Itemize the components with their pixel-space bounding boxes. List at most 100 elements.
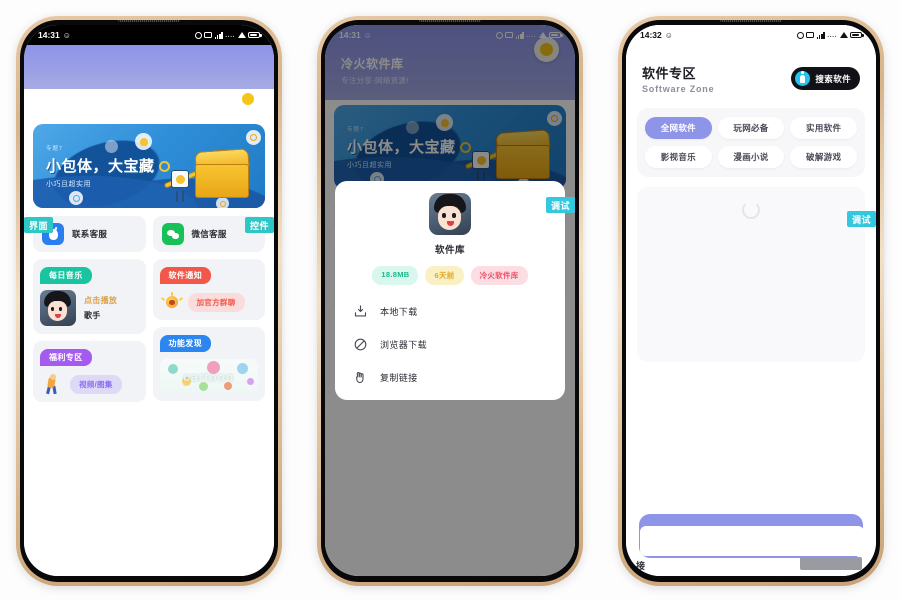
tag-all-software[interactable]: 全网软件 (645, 117, 712, 139)
treasure-chest-icon (159, 136, 255, 202)
cartoon-banner-image: cartoon (159, 359, 258, 393)
browser-download-label: 浏览器下载 (380, 340, 428, 350)
app-icon (429, 193, 471, 235)
app-home-1: 14:31 ☺ .... 专题7 小包体，大宝藏 小巧且超实用 联系客服 每日音… (24, 25, 274, 576)
face-icon: ☺ (62, 30, 71, 40)
copy-link-item[interactable]: 复制链接 (335, 361, 565, 394)
debug-label-3[interactable]: 调试 (846, 211, 876, 227)
signal-bars-icon (816, 31, 825, 39)
card-grid-1: 联系客服 每日音乐 点击播放 歌手 福利专区 视频/图集 微信客服 软件通知 加… (24, 208, 274, 402)
category-tag-list: 全网软件 玩网必备 实用软件 影视音乐 漫画小说 破解游戏 (645, 117, 857, 168)
grid-column-left: 联系客服 每日音乐 点击播放 歌手 福利专区 视频/图集 (33, 216, 146, 402)
join-group-chip[interactable]: 加官方群聊 (187, 293, 245, 312)
signal-dots-icon: .... (225, 31, 235, 39)
search-software-label: 搜索软件 (815, 73, 851, 84)
copy-link-label: 复制链接 (380, 373, 418, 383)
tag-gaming-must[interactable]: 玩网必备 (717, 117, 785, 139)
welfare-chip[interactable]: 视频/图集 (70, 374, 122, 394)
feature-discovery-card[interactable]: 功能发现 cartoon (152, 327, 265, 401)
banner-tag: 专题7 (46, 146, 64, 152)
software-list-container[interactable] (637, 187, 865, 362)
tag-utility[interactable]: 实用软件 (790, 117, 857, 139)
phone-2-frame: 14:31 ☺ .... 冷火软件库 专注分享-网络资源! 专题7 小包体，大宝… (317, 16, 583, 586)
phone-3-frame: 14:32 ☺ .... 软件专区 Software Zone 搜索软件 全网软… (618, 16, 884, 586)
grid-column-right: 微信客服 软件通知 加官方群聊 功能发现 cartoon (152, 216, 265, 402)
browser-download-item[interactable]: 浏览器下载 (335, 328, 565, 361)
album-cover-icon (40, 290, 76, 326)
render-artifact-gray-bar (800, 557, 862, 570)
mascot-icon (171, 170, 191, 202)
phone-2-screen: 14:31 ☺ .... 冷火软件库 专注分享-网络资源! 专题7 小包体，大宝… (325, 25, 575, 576)
banner-subtitle: 小巧且超实用 (46, 181, 91, 188)
app-source-chip: 冷火软件库 (470, 266, 528, 285)
software-notice-tag: 软件通知 (159, 267, 212, 284)
zone-title-block: 软件专区 Software Zone (642, 63, 714, 94)
notice-row: 加官方群聊 (160, 291, 259, 312)
debug-label-widget[interactable]: 控件 (244, 217, 274, 233)
lightbulb-icon (160, 291, 183, 312)
app-body-1: 专题7 小包体，大宝藏 小巧且超实用 联系客服 每日音乐 点击播放 歌手 福利专… (24, 89, 274, 576)
status-time: 14:32 (640, 30, 662, 40)
tag-media-music[interactable]: 影视音乐 (645, 146, 712, 168)
music-artist-label: 歌手 (84, 311, 101, 320)
app-body-3: 软件专区 Software Zone 搜索软件 全网软件 玩网必备 实用软件 影… (626, 45, 876, 576)
download-tray-icon (353, 304, 368, 319)
music-row: 点击播放 歌手 (40, 290, 139, 326)
phone-1-frame: 14:31 ☺ .... 专题7 小包体，大宝藏 小巧且超实用 联系客服 每日音… (16, 16, 282, 586)
music-text-block: 点击播放 歌手 (84, 295, 117, 321)
daily-music-card[interactable]: 每日音乐 点击播放 歌手 (33, 259, 146, 334)
local-download-item[interactable]: 本地下载 (335, 295, 565, 328)
artifact-text-fragment: 接 (636, 561, 646, 571)
software-notice-card[interactable]: 软件通知 加官方群聊 (152, 259, 265, 320)
app-size-chip: 18.8MB (372, 266, 419, 285)
wechat-service-label: 微信客服 (191, 229, 227, 239)
status-time: 14:31 (38, 30, 60, 40)
phone-3-screen: 14:32 ☺ .... 软件专区 Software Zone 搜索软件 全网软… (626, 25, 876, 576)
app-meta-chips: 18.8MB 6天前 冷火软件库 (347, 266, 553, 285)
phone-1-screen: 14:31 ☺ .... 专题7 小包体，大宝藏 小巧且超实用 联系客服 每日音… (24, 25, 274, 576)
app-updated-chip: 6天前 (425, 266, 464, 285)
zone-header: 软件专区 Software Zone 搜索软件 (626, 45, 876, 94)
top-spacer-1 (24, 89, 274, 117)
debug-label-2[interactable]: 调试 (545, 197, 575, 213)
hero-header-band-1 (24, 45, 274, 89)
app-name-label: 软件库 (434, 245, 465, 256)
wifi-icon (237, 32, 246, 38)
category-filter-panel: 全网软件 玩网必备 实用软件 影视音乐 漫画小说 破解游戏 (637, 108, 865, 177)
wifi-icon (839, 32, 848, 38)
speaker-grille-icon (419, 20, 481, 22)
render-artifact-white-1 (640, 526, 864, 556)
download-action-sheet: 本地下载 浏览器下载 复制链接 (335, 289, 565, 400)
phone-3-bezel: 14:32 ☺ .... 软件专区 Software Zone 搜索软件 全网软… (622, 20, 880, 582)
page-title: 软件专区 (642, 66, 697, 81)
signal-bars-icon (214, 31, 223, 39)
status-bar-3: 14:32 ☺ .... (626, 25, 876, 45)
tag-comics-novels[interactable]: 漫画小说 (717, 146, 785, 168)
welfare-zone-tag: 福利专区 (40, 349, 92, 366)
browser-block-icon (353, 337, 368, 352)
welfare-zone-card[interactable]: 福利专区 视频/图集 (33, 341, 146, 402)
speaker-grille-icon (118, 20, 180, 22)
cartoon-word: cartoon (183, 369, 235, 384)
wechat-icon (161, 223, 184, 245)
battery-icon (248, 31, 262, 39)
local-download-label: 本地下载 (380, 307, 418, 317)
music-play-label: 点击播放 (84, 296, 118, 305)
alarm-icon (194, 31, 202, 39)
content-sheet-1: 专题7 小包体，大宝藏 小巧且超实用 联系客服 每日音乐 点击播放 歌手 福利专… (24, 89, 274, 410)
banner-title: 小包体，大宝藏 (46, 158, 155, 175)
copy-hand-icon (353, 370, 368, 385)
alarm-icon (796, 31, 804, 39)
search-software-button[interactable]: 搜索软件 (791, 67, 860, 90)
promo-banner-1[interactable]: 专题7 小包体，大宝藏 小巧且超实用 (33, 124, 265, 208)
status-bar-1: 14:31 ☺ .... (24, 25, 274, 45)
person-icon (795, 70, 811, 86)
screenshot-stage: 14:31 ☺ .... 专题7 小包体，大宝藏 小巧且超实用 联系客服 每日音… (0, 0, 900, 600)
debug-label-interface[interactable]: 界面 (24, 217, 54, 233)
battery-icon (850, 31, 864, 39)
tag-cracked-games[interactable]: 破解游戏 (790, 146, 857, 168)
speaker-grille-icon (720, 20, 782, 22)
feature-discovery-tag: 功能发现 (159, 335, 212, 352)
avatar-dot-icon[interactable] (242, 93, 254, 105)
face-icon: ☺ (664, 30, 673, 40)
